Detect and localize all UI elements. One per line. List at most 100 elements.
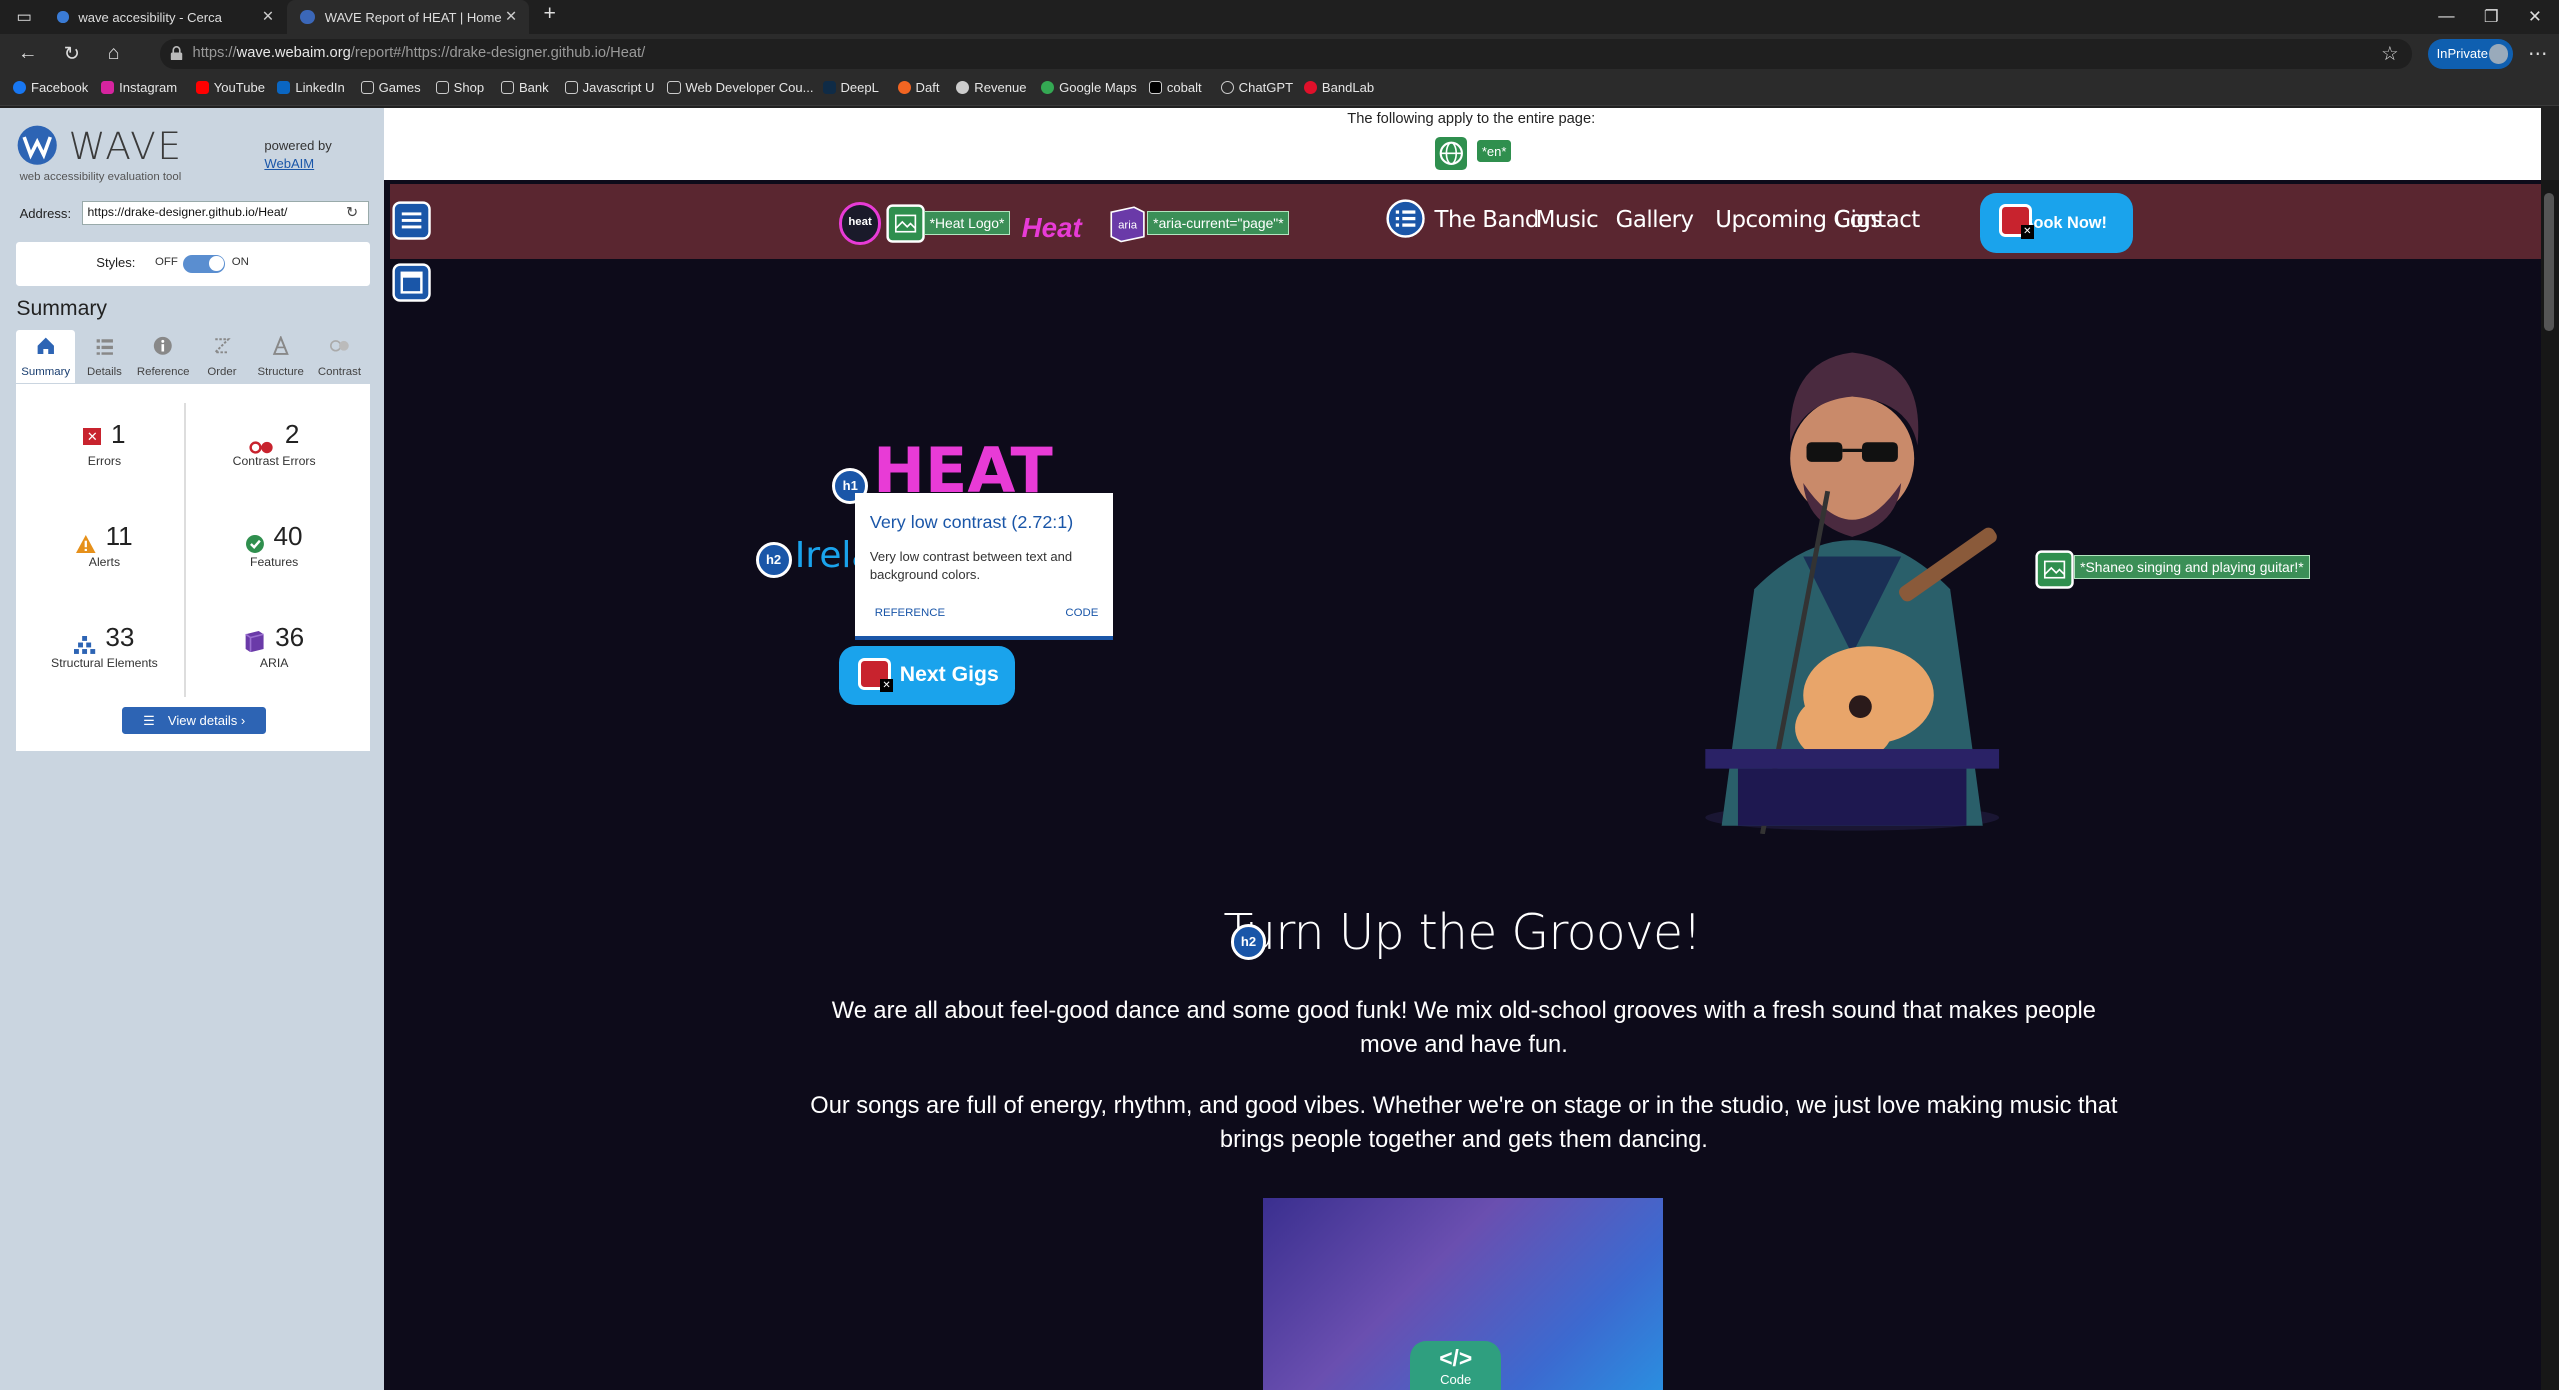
back-icon[interactable]: ← <box>18 42 38 65</box>
inprivate-badge[interactable]: InPrivate <box>2428 39 2514 69</box>
url-field[interactable]: https://wave.webaim.org/report#/https://… <box>159 39 2413 69</box>
bookmark-javascript-u[interactable]: Javascript U <box>564 80 654 95</box>
logo-alt-tag[interactable]: *Heat Logo* <box>923 210 1011 236</box>
aria-current-tag[interactable]: *aria-current="page"* <box>1147 210 1290 236</box>
bookmark-revenue[interactable]: Revenue <box>956 80 1027 95</box>
heat-logo-image[interactable]: heat <box>838 202 882 245</box>
revenue-icon <box>956 80 970 94</box>
tab-wave-search[interactable]: wave accesibility - Cerca ✕ <box>44 0 286 34</box>
home-icon[interactable]: ⌂ <box>108 42 120 65</box>
list-icon <box>96 339 113 355</box>
bookmark-label: Bank <box>518 79 549 95</box>
bookmark-games[interactable]: Games <box>360 80 421 95</box>
bookmark-label: BandLab <box>1321 79 1375 95</box>
stat-errors[interactable]: ✕ 1 Errors <box>16 403 192 504</box>
close-window-icon[interactable]: ✕ <box>2528 7 2542 27</box>
deepl-icon <box>822 80 836 94</box>
bookmark-youtube[interactable]: YouTube <box>195 80 265 95</box>
summary-title: Summary <box>16 297 108 320</box>
bookmark-chatgpt[interactable]: ChatGPT <box>1220 80 1293 95</box>
stat-structural[interactable]: 33 Structural Elements <box>16 605 192 706</box>
page-wide-banner: The following apply to the entire page: … <box>383 107 2542 180</box>
webaim-link[interactable]: WebAIM <box>264 155 331 173</box>
tooltip-reference-link[interactable]: REFERENCE <box>875 607 945 619</box>
code-toggle-button[interactable]: </> Code <box>1410 1341 1502 1390</box>
h2-badge[interactable]: h2 <box>755 541 792 578</box>
bookmark-instagram[interactable]: Instagram <box>101 80 177 95</box>
h2-badge[interactable]: h2 <box>1230 923 1267 960</box>
folder-icon <box>667 80 681 94</box>
nav-link-music[interactable]: Music <box>1536 207 1599 233</box>
bookmark-bank[interactable]: Bank <box>501 80 549 95</box>
bookmark-facebook[interactable]: Facebook <box>13 80 88 95</box>
tab-contrast[interactable]: Contrast <box>310 330 369 384</box>
tab-wave-report[interactable]: WAVE Report of HEAT | Home ✕ <box>287 0 529 35</box>
error-icon[interactable]: ✕ <box>1999 203 2034 239</box>
favorite-star-icon[interactable]: ☆ <box>2381 42 2399 66</box>
tab-label: Order <box>207 365 237 378</box>
tab-order[interactable]: Order <box>193 330 252 384</box>
close-icon[interactable]: ✕ <box>505 8 517 25</box>
stat-label: Alerts <box>88 554 121 569</box>
language-globe-icon[interactable] <box>1434 137 1468 170</box>
tab-details[interactable]: Details <box>75 330 134 384</box>
address-label: Address: <box>19 205 72 221</box>
address-input[interactable]: https://drake-designer.github.io/Heat/ <box>81 200 369 226</box>
image-alt-tag[interactable]: *Shaneo singing and playing guitar!* <box>2074 554 2310 580</box>
list-structure-icon[interactable] <box>1385 199 1425 238</box>
error-icon[interactable]: ✕ <box>858 657 893 693</box>
evaluated-page: The following apply to the entire page: … <box>383 107 2542 1390</box>
tab-label: Summary <box>21 365 71 378</box>
page-scrollbar[interactable] <box>2541 179 2559 1390</box>
tab-summary[interactable]: Summary <box>16 329 76 384</box>
nav-link-contact[interactable]: Contact <box>1834 207 1920 233</box>
bookmark-daft[interactable]: Daft <box>897 80 939 95</box>
tooltip-code-link[interactable]: CODE <box>1065 607 1098 619</box>
bookmark-shop[interactable]: Shop <box>435 80 484 95</box>
view-details-button[interactable]: ☰ View details › <box>122 706 266 735</box>
stat-features[interactable]: 40 Features <box>186 504 362 605</box>
nav-structure-icon[interactable] <box>392 201 431 240</box>
aria-icon[interactable]: aria <box>1108 204 1147 243</box>
bookmark-google-maps[interactable]: Google Maps <box>1041 80 1137 95</box>
alt-text-image-icon[interactable] <box>2035 550 2074 589</box>
stat-aria[interactable]: 36 ARIA <box>186 605 362 706</box>
reload-icon[interactable]: ↻ <box>64 42 80 66</box>
bookmark-web-developer[interactable]: Web Developer Cou... <box>667 80 814 95</box>
tab-structure[interactable]: Structure <box>251 330 310 384</box>
stat-contrast-errors[interactable]: 2 Contrast Errors <box>186 403 362 504</box>
tab-reference[interactable]: Reference <box>134 330 193 384</box>
wave-logo-icon <box>17 125 58 165</box>
nav-link-gallery[interactable]: Gallery <box>1616 207 1694 233</box>
stat-value: 33 <box>105 621 135 652</box>
bookmark-deepl[interactable]: DeepL <box>822 80 879 95</box>
bookmark-bandlab[interactable]: BandLab <box>1303 79 1375 95</box>
minimize-icon[interactable]: — <box>2438 7 2454 26</box>
bandlab-icon <box>1303 80 1317 94</box>
alt-text-image-icon[interactable] <box>886 204 925 243</box>
heat-logo-text[interactable]: Heat <box>1022 212 1082 244</box>
bookmark-cobalt[interactable]: cobalt <box>1148 80 1202 95</box>
nav-link-the-band[interactable]: The Band <box>1435 207 1540 233</box>
lock-icon <box>170 45 182 61</box>
styles-toggle[interactable] <box>182 254 226 273</box>
language-tag[interactable]: *en* <box>1476 140 1512 162</box>
restore-icon[interactable]: ❐ <box>2484 7 2499 27</box>
url-prefix: https:// <box>192 45 237 62</box>
tab-actions-icon[interactable]: ▭ <box>16 7 31 27</box>
tooltip-title: Very low contrast (2.72:1) <box>869 512 1074 533</box>
refresh-icon[interactable]: ↻ <box>346 204 358 221</box>
stat-alerts[interactable]: 11 Alerts <box>16 504 192 605</box>
close-icon[interactable]: ✕ <box>262 8 274 25</box>
bookmark-linkedin[interactable]: LinkedIn <box>277 79 345 95</box>
folder-icon <box>360 80 374 94</box>
wave-sidebar: WAVE web accessibility evaluation tool p… <box>0 107 384 1390</box>
linkedin-icon <box>277 80 291 94</box>
bookmark-label: LinkedIn <box>295 79 345 95</box>
wave-logo-text: WAVE <box>68 124 183 168</box>
structure-icon <box>272 336 289 356</box>
more-menu-icon[interactable]: ⋯ <box>2528 42 2548 66</box>
header-region-icon[interactable] <box>392 263 431 302</box>
new-tab-icon[interactable]: + <box>543 2 555 26</box>
maps-icon <box>1041 80 1055 94</box>
